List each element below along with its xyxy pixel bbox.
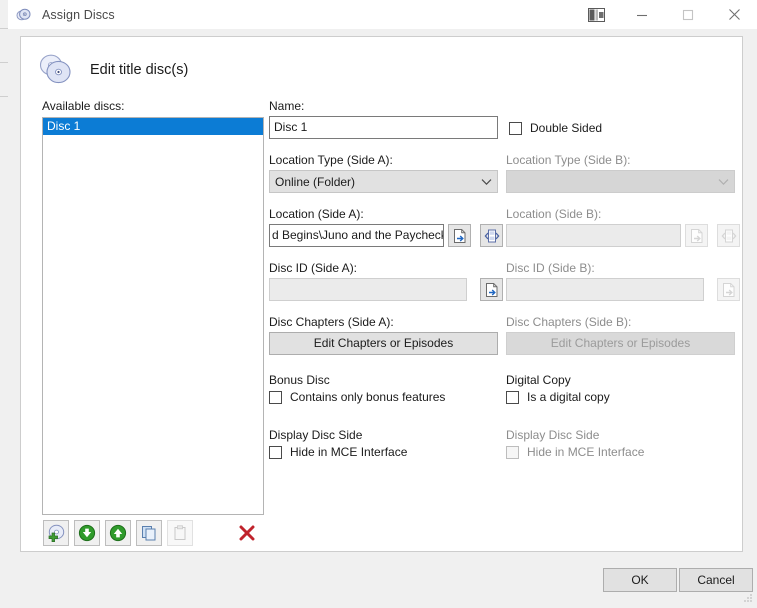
dialog-client-area: Edit title disc(s) Available discs: Disc…	[20, 36, 743, 552]
list-item[interactable]: Disc 1	[43, 118, 263, 135]
hide-in-mce-a-checkbox[interactable]: Hide in MCE Interface	[269, 445, 407, 459]
delete-button[interactable]	[234, 520, 260, 546]
checkbox-box	[506, 445, 519, 459]
move-up-button[interactable]	[105, 520, 131, 546]
resize-grip[interactable]	[741, 593, 753, 605]
two-discs-icon	[39, 54, 71, 84]
available-discs-label: Available discs:	[42, 99, 125, 113]
location-b-browse-button	[685, 224, 708, 247]
location-b-media-scan-button	[717, 224, 740, 247]
location-a-browse-button[interactable]	[448, 224, 471, 247]
hide-in-mce-b-checkbox: Hide in MCE Interface	[506, 445, 644, 459]
display-side-b-group-label: Display Disc Side	[506, 428, 600, 442]
double-sided-label: Double Sided	[530, 121, 603, 135]
disc-id-b-browse-button	[717, 278, 740, 301]
chapters-b-label: Disc Chapters (Side B):	[506, 315, 632, 329]
disc-id-a-label: Disc ID (Side A):	[269, 261, 358, 275]
digital-copy-checkbox[interactable]: Is a digital copy	[506, 390, 610, 404]
dialog-heading: Edit title disc(s)	[38, 53, 188, 87]
chevron-down-icon	[475, 178, 497, 186]
display-side-a-group-label: Display Disc Side	[269, 428, 363, 442]
checkbox-box[interactable]	[269, 445, 282, 459]
checkbox-box[interactable]	[269, 390, 282, 404]
edit-chapters-a-button[interactable]: Edit Chapters or Episodes	[269, 332, 498, 355]
title-bar: Assign Discs	[8, 0, 757, 29]
location-type-a-value: Online (Folder)	[275, 174, 356, 189]
edit-chapters-b-button: Edit Chapters or Episodes	[506, 332, 735, 355]
assign-discs-dialog: Assign Discs Edit title disc(s) Availabl…	[8, 0, 757, 608]
location-type-b-select	[506, 170, 735, 193]
disc-icon	[16, 8, 31, 20]
location-a-media-scan-button[interactable]	[480, 224, 503, 247]
name-label: Name:	[269, 99, 305, 113]
chapters-a-label: Disc Chapters (Side A):	[269, 315, 394, 329]
close-button[interactable]	[711, 0, 757, 29]
maximize-button[interactable]	[665, 0, 711, 29]
checkbox-box[interactable]	[509, 121, 522, 135]
name-input[interactable]: Disc 1	[269, 116, 498, 139]
ok-button[interactable]: OK	[603, 568, 677, 592]
heading-text: Edit title disc(s)	[90, 62, 189, 78]
minimize-button[interactable]	[619, 0, 665, 29]
paste-button	[167, 520, 193, 546]
digital-copy-group-label: Digital Copy	[506, 373, 571, 387]
panel-layout-icon[interactable]	[573, 0, 619, 29]
bonus-features-label: Contains only bonus features	[290, 390, 446, 404]
location-b-input	[506, 224, 681, 247]
hide-in-mce-b-label: Hide in MCE Interface	[527, 445, 645, 459]
hide-in-mce-a-label: Hide in MCE Interface	[290, 445, 408, 459]
disc-id-a-input	[269, 278, 467, 301]
disc-id-b-label: Disc ID (Side B):	[506, 261, 595, 275]
location-type-b-label: Location Type (Side B):	[506, 153, 631, 167]
available-discs-listbox[interactable]: Disc 1	[42, 117, 264, 515]
cancel-button[interactable]: Cancel	[679, 568, 753, 592]
location-type-a-select[interactable]: Online (Folder)	[269, 170, 498, 193]
window-title: Assign Discs	[42, 7, 115, 22]
location-b-label: Location (Side B):	[506, 207, 602, 221]
move-down-button[interactable]	[74, 520, 100, 546]
disc-id-a-browse-button[interactable]	[480, 278, 503, 301]
double-sided-checkbox[interactable]: Double Sided	[509, 121, 602, 135]
copy-button[interactable]	[136, 520, 162, 546]
add-disc-button[interactable]	[43, 520, 69, 546]
discs-toolbar	[43, 520, 265, 546]
bonus-disc-group-label: Bonus Disc	[269, 373, 330, 387]
checkbox-box[interactable]	[506, 390, 519, 404]
location-a-label: Location (Side A):	[269, 207, 364, 221]
digital-copy-label: Is a digital copy	[527, 390, 610, 404]
location-type-a-label: Location Type (Side A):	[269, 153, 393, 167]
bonus-features-checkbox[interactable]: Contains only bonus features	[269, 390, 445, 404]
chevron-down-icon	[712, 178, 734, 186]
disc-id-b-input	[506, 278, 704, 301]
location-a-input[interactable]: d Begins\Juno and the Paycheck	[269, 224, 444, 247]
